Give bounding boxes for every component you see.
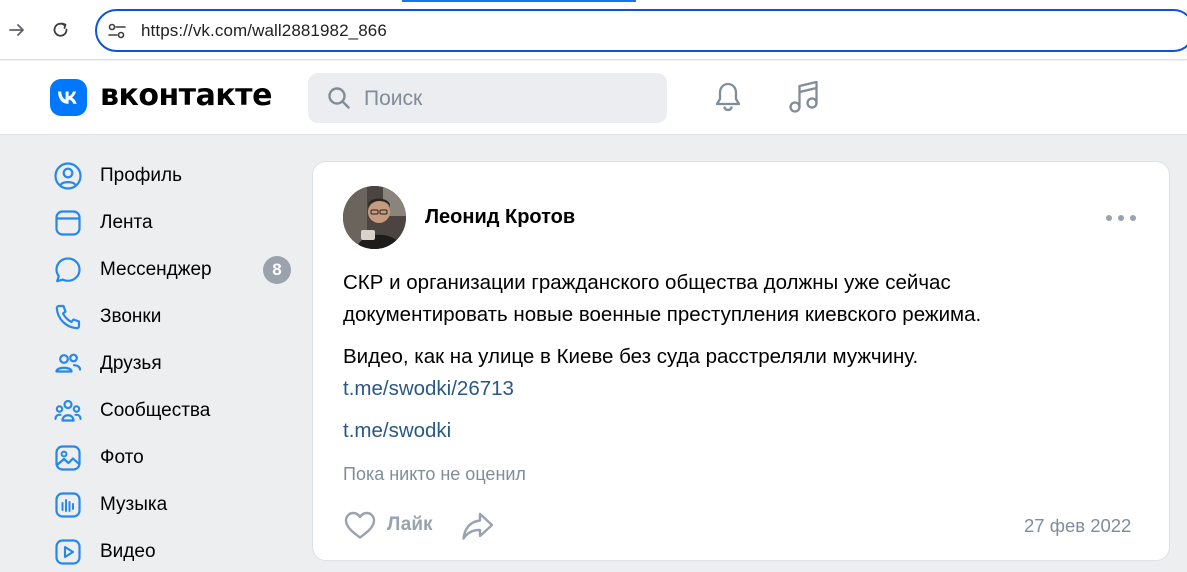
sidebar-item-label: Фото	[100, 447, 144, 468]
like-label: Лайк	[387, 514, 433, 535]
post-text-line: СКР и организации гражданского общества …	[343, 271, 951, 294]
search-placeholder: Поиск	[364, 87, 423, 110]
music-button[interactable]	[785, 79, 821, 115]
forward-button[interactable]	[3, 16, 31, 44]
sidebar-item-friends[interactable]: Друзья	[52, 344, 297, 384]
post-author-name[interactable]: Леонид Кротов	[425, 206, 575, 229]
post-more-button[interactable]	[1106, 212, 1136, 224]
vk-logo-icon[interactable]	[50, 79, 87, 116]
sidebar-item-feed[interactable]: Лента	[52, 203, 297, 243]
messenger-icon	[52, 254, 84, 286]
vk-header: вконтакте Поиск	[0, 61, 1187, 135]
sidebar-item-calls[interactable]: Звонки	[52, 297, 297, 337]
sidebar-nav: Профиль Лента Мессенджер 8 Звонки Друзья…	[0, 136, 300, 572]
messenger-unread-badge: 8	[263, 256, 291, 284]
author-avatar[interactable]	[343, 186, 406, 249]
active-tab-indicator	[402, 0, 636, 2]
more-dots-icon	[1118, 215, 1124, 221]
vk-logo-text[interactable]: вконтакте	[100, 78, 272, 113]
search-input[interactable]: Поиск	[308, 73, 667, 123]
sidebar-item-label: Звонки	[100, 306, 162, 327]
post-link[interactable]: t.me/swodki/26713	[343, 377, 514, 401]
bell-icon	[715, 82, 741, 112]
friends-icon	[52, 348, 84, 380]
sidebar-item-video[interactable]: Видео	[52, 532, 297, 572]
more-dots-icon	[1130, 215, 1136, 221]
sidebar-item-messenger[interactable]: Мессенджер 8	[52, 250, 297, 290]
sidebar-item-profile[interactable]: Профиль	[52, 156, 297, 196]
tune-icon[interactable]	[107, 22, 127, 40]
sidebar-item-label: Лента	[100, 212, 153, 233]
video-icon	[52, 536, 84, 568]
profile-icon	[52, 160, 84, 192]
address-bar[interactable]: https://vk.com/wall2881982_866	[95, 9, 1187, 52]
sidebar-item-communities[interactable]: Сообщества	[52, 391, 297, 431]
post-text-line: Видео, как на улице в Киеве без суда рас…	[343, 345, 919, 368]
sidebar-item-label: Видео	[100, 541, 156, 562]
likes-info: Пока никто не оценил	[343, 464, 526, 484]
post-text-line: документировать новые военные преступлен…	[343, 303, 982, 326]
browser-toolbar: https://vk.com/wall2881982_866	[0, 0, 1187, 60]
more-dots-icon	[1106, 215, 1112, 221]
sidebar-item-photo[interactable]: Фото	[52, 438, 297, 478]
sidebar-item-label: Мессенджер	[100, 259, 212, 280]
wall-post: Леонид Кротов СКР и организации гражданс…	[312, 161, 1170, 561]
share-icon	[462, 512, 494, 540]
like-button[interactable]: Лайк	[343, 508, 433, 542]
heart-icon	[344, 511, 376, 539]
sidebar-item-label: Сообщества	[100, 400, 211, 421]
sidebar-item-label: Музыка	[100, 494, 168, 515]
url-text: https://vk.com/wall2881982_866	[141, 21, 387, 40]
photo-icon	[52, 442, 84, 474]
music-icon	[789, 80, 818, 113]
music-icon	[52, 489, 84, 521]
reload-icon	[53, 22, 68, 37]
sidebar-item-music[interactable]: Музыка	[52, 485, 297, 525]
forward-arrow-icon	[9, 24, 24, 36]
phone-icon	[52, 301, 84, 333]
share-button[interactable]	[460, 510, 496, 542]
communities-icon	[52, 395, 84, 427]
post-date[interactable]: 27 фев 2022	[1024, 515, 1131, 537]
search-icon	[328, 87, 350, 109]
notifications-button[interactable]	[710, 79, 746, 115]
sidebar-item-label: Профиль	[100, 165, 183, 186]
reload-button[interactable]	[47, 16, 75, 44]
post-link[interactable]: t.me/swodki	[343, 419, 451, 443]
feed-icon	[52, 207, 84, 239]
sidebar-item-label: Друзья	[100, 353, 162, 374]
